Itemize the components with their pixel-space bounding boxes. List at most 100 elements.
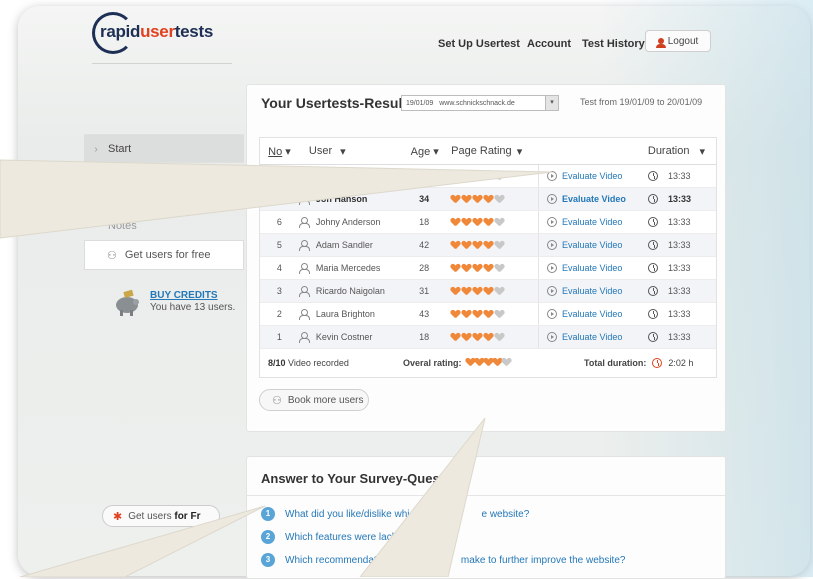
play-icon: [546, 171, 557, 181]
heart-icon: [473, 195, 482, 203]
results-title: Your Usertests-Results: [261, 95, 415, 111]
cell-no: 5: [276, 240, 282, 250]
credits-remaining: You have 13 users.: [150, 302, 236, 313]
test-select-dropdown[interactable]: 19/01/09 www.schnickschnack.de ▾: [401, 95, 559, 111]
heart-icon: [451, 333, 460, 341]
cell-rating: [445, 257, 539, 279]
buy-credits-link[interactable]: BUY CREDITS: [150, 290, 218, 301]
cell-no: 2: [276, 309, 282, 319]
heart-icon: [451, 195, 460, 203]
heart-icon: [495, 172, 504, 180]
evaluate-video-link[interactable]: Evaluate Video: [539, 286, 648, 296]
clock-icon: [648, 171, 658, 181]
evaluate-video-link[interactable]: Evaluate Video: [539, 171, 648, 181]
heart-icon: [462, 172, 471, 180]
cell-age: 18: [419, 217, 430, 227]
evaluate-video-link[interactable]: Evaluate Video: [539, 309, 648, 319]
user-icon: [298, 285, 310, 297]
heart-icon: [473, 241, 482, 249]
cell-user: Maria Mercedes: [298, 262, 404, 274]
nav-setup-usertest[interactable]: Set Up Usertest: [438, 38, 520, 50]
heart-icon: [495, 195, 504, 203]
videos-recorded: 8/10 Video recorded: [268, 358, 349, 368]
logout-button[interactable]: Logout: [645, 30, 711, 52]
col-user[interactable]: User ▾: [299, 145, 404, 158]
nav-test-history[interactable]: Test History: [582, 38, 645, 50]
sidebar-item-partial[interactable]: Notes: [84, 212, 244, 240]
user-icon: [298, 239, 310, 251]
users-icon: ⚇: [107, 249, 117, 262]
cell-user: Ricardo Naigolan: [298, 285, 404, 297]
evaluate-video-link[interactable]: Evaluate Video: [539, 240, 648, 250]
clock-icon: [648, 263, 658, 273]
chevron-right-icon: ›: [94, 143, 98, 155]
sidebar-item-label: Start: [108, 143, 132, 155]
clock-icon: [648, 332, 658, 342]
survey-question-2[interactable]: 2 Which features were lack: [261, 530, 397, 544]
play-icon: [546, 309, 557, 319]
heart-icon: [462, 287, 471, 295]
cell-user: Laura Brighton: [298, 308, 404, 320]
cell-user: Jon Hanson: [298, 193, 404, 205]
cell-rating: [445, 188, 539, 210]
play-icon: [546, 332, 557, 342]
table-footer: 8/10 Video recorded Overal rating: Total…: [260, 349, 716, 377]
evaluate-video-link[interactable]: Evaluate Video: [539, 332, 648, 342]
cell-duration: 13:33: [648, 309, 716, 319]
logo[interactable]: rapidusertests: [92, 12, 232, 54]
heart-icon: [462, 333, 471, 341]
heart-icon: [484, 218, 493, 226]
evaluate-video-link[interactable]: Evaluate Video: [539, 263, 648, 273]
clock-icon: [648, 194, 658, 204]
cell-no: 4: [276, 263, 282, 273]
heart-icon: [462, 264, 471, 272]
heart-icon: [495, 333, 504, 341]
heart-icon: [473, 264, 482, 272]
cell-age: 18: [419, 171, 430, 181]
get-users-free-button[interactable]: ✱ Get users for Fr: [102, 505, 220, 527]
play-icon: [546, 286, 557, 296]
get-users-free-label: Get users for Fr: [128, 510, 201, 522]
evaluate-video-link[interactable]: Evaluate Video: [539, 194, 648, 204]
sidebar-get-users-free[interactable]: ⚇ Get users for free: [84, 240, 244, 270]
selected-site: www.schnickschnack.de: [439, 99, 515, 107]
cell-user: Mark Medlock: [298, 170, 404, 182]
selected-date: 19/01/09: [406, 99, 434, 107]
table-row: 5 Adam Sandler 42 Evaluate Video 13:33: [260, 234, 716, 257]
col-duration[interactable]: Duration ▾: [648, 145, 716, 158]
heart-icon: [473, 287, 482, 295]
sidebar-item-evaluate-videos[interactable]: › Evaluate Videos: [84, 162, 244, 191]
col-age[interactable]: Age ▾: [404, 145, 445, 158]
col-no[interactable]: No ▾: [260, 145, 299, 158]
piggy-bank-icon: [116, 289, 139, 316]
clock-icon: [648, 309, 658, 319]
play-icon: [546, 263, 557, 273]
heart-icon: [473, 310, 482, 318]
results-table: No ▾ User ▾ Age ▾ Page Rating ▾ Duration…: [259, 137, 717, 378]
overall-rating: Overal rating:: [403, 358, 511, 368]
survey-question-3[interactable]: 3 Which recommendati make to further impro…: [261, 553, 625, 567]
clock-icon: [648, 286, 658, 296]
book-more-users-button[interactable]: ⚇ Book more users: [259, 389, 369, 411]
heart-icon: [451, 172, 460, 180]
heart-icon: [473, 218, 482, 226]
cell-age: 43: [419, 309, 430, 319]
cell-age: 18: [419, 332, 430, 342]
heart-icon: [484, 287, 493, 295]
logo-text: rapidusertests: [100, 22, 213, 41]
test-range: Test from 19/01/09 to 20/01/09: [580, 97, 703, 107]
cell-age: 42: [419, 240, 430, 250]
col-page-rating[interactable]: Page Rating ▾: [445, 138, 539, 164]
survey-question-1[interactable]: 1 What did you like/dislike whi e website?: [261, 507, 529, 521]
cell-age: 31: [419, 286, 430, 296]
dropdown-arrow-icon: ▾: [545, 96, 558, 110]
nav-account[interactable]: Account: [527, 38, 571, 50]
heart-icon: [451, 241, 460, 249]
get-users-label: Get users for free: [124, 249, 211, 261]
user-icon: [298, 193, 310, 205]
cell-age: 34: [419, 194, 430, 204]
sidebar-item-start[interactable]: › Start: [84, 134, 244, 163]
user-icon: [298, 262, 310, 274]
evaluate-video-link[interactable]: Evaluate Video: [539, 217, 648, 227]
survey-title: Answer to Your Survey-Questio: [261, 471, 456, 486]
